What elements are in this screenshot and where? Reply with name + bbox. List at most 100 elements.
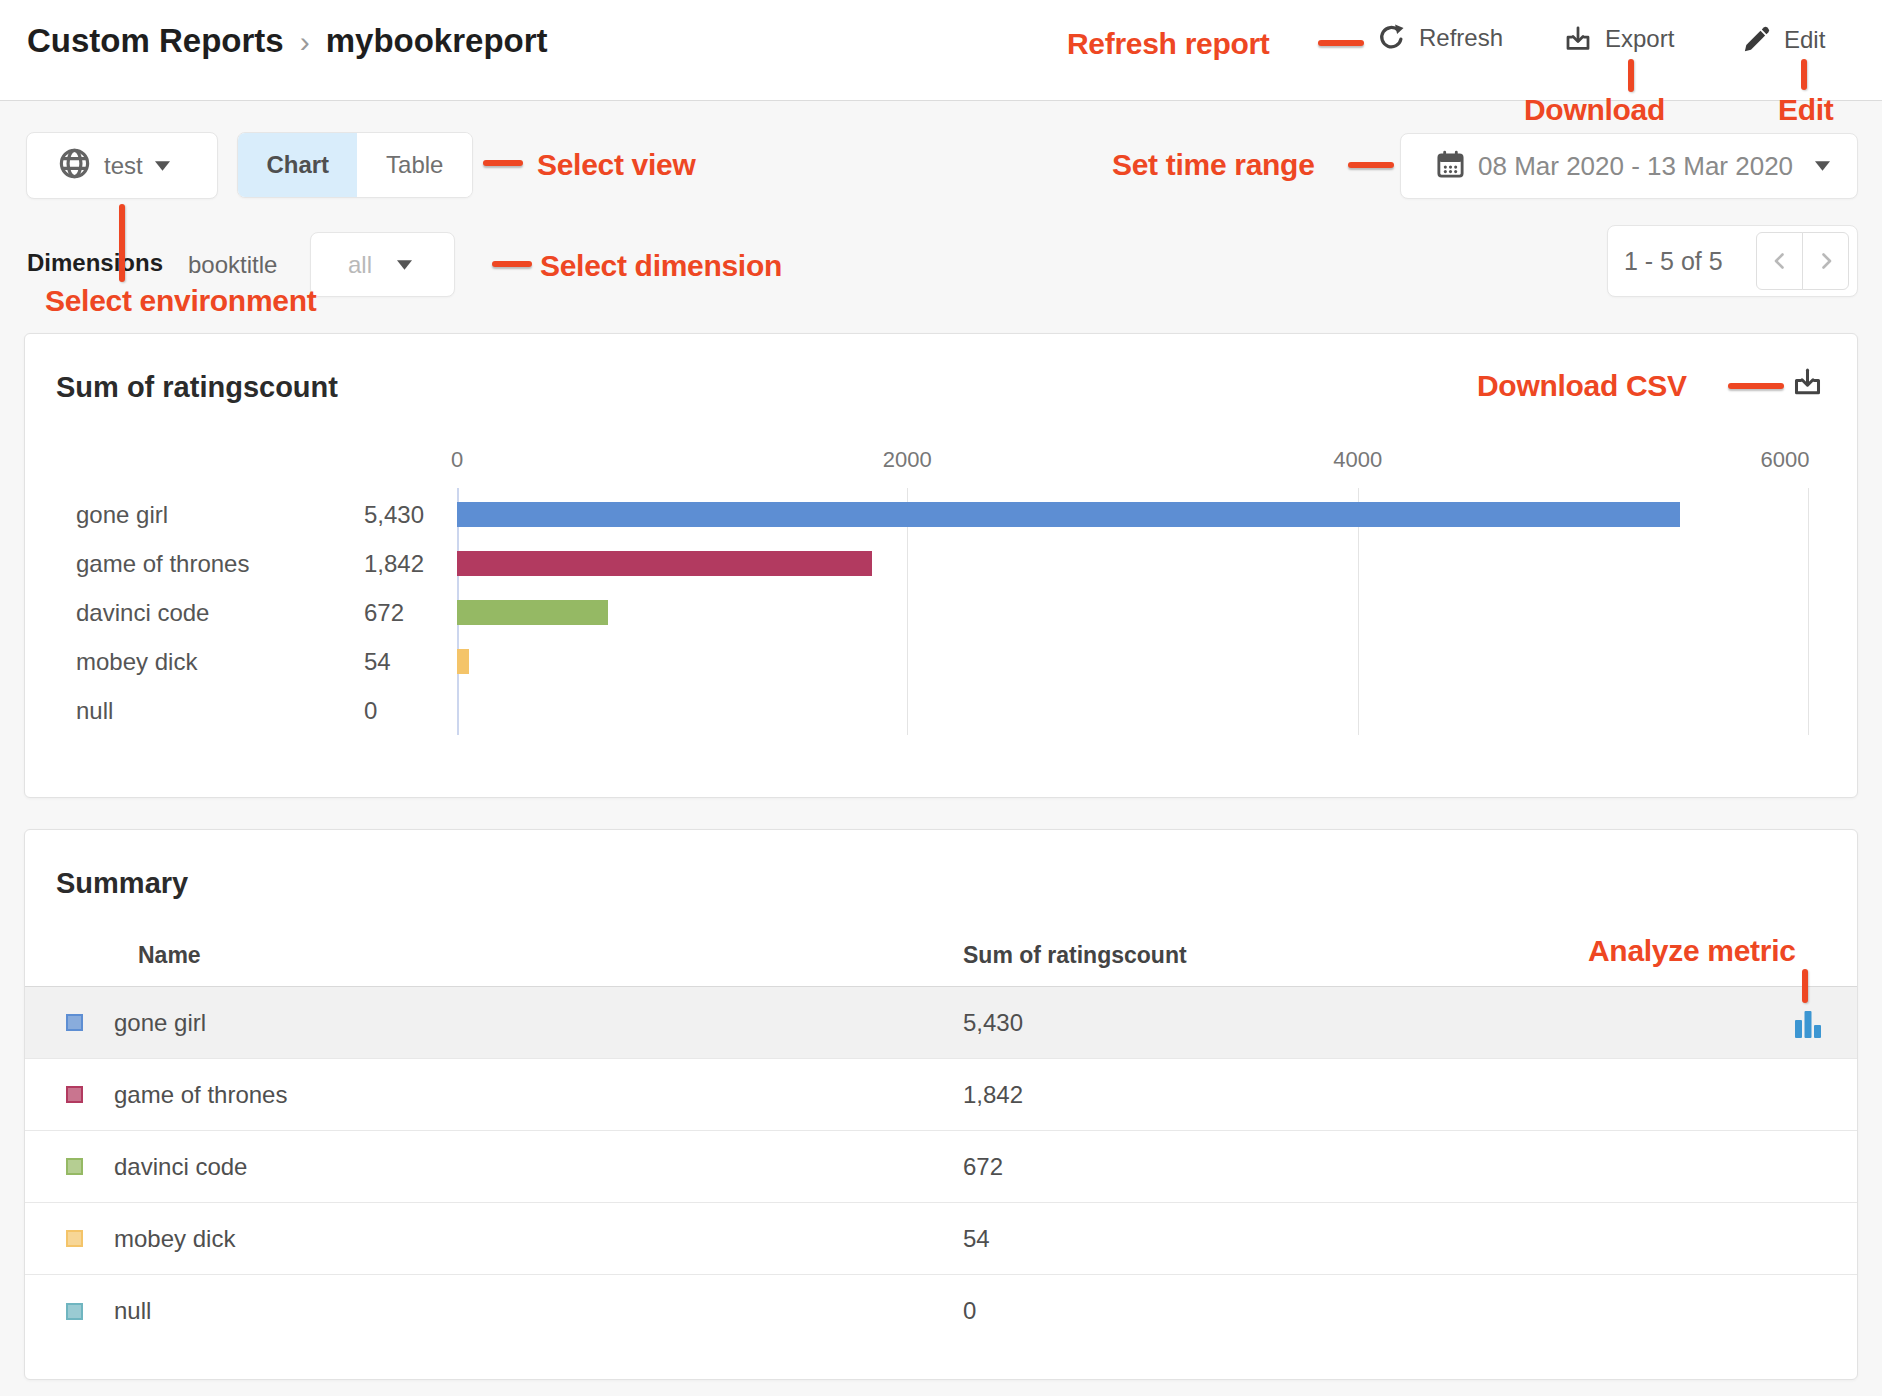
annotation-line — [492, 261, 532, 267]
axis-tick-label: 4000 — [1333, 447, 1382, 473]
tab-chart[interactable]: Chart — [238, 133, 357, 197]
refresh-label: Refresh — [1419, 24, 1503, 52]
annotation-line — [1348, 162, 1394, 168]
chart-row: game of thrones1,842 — [25, 539, 1857, 588]
prev-page-button[interactable] — [1756, 232, 1803, 290]
series-color-swatch — [66, 1230, 83, 1247]
table-row[interactable]: null0 — [25, 1275, 1857, 1347]
series-color-swatch — [66, 1158, 83, 1175]
chart-title: Sum of ratingscount — [56, 371, 338, 404]
bar — [457, 502, 1680, 527]
breadcrumb-chevron-icon: › — [300, 25, 310, 59]
summary-table-body: gone girl5,430 game of thrones1,842davin… — [25, 987, 1857, 1347]
chevron-down-icon — [397, 256, 412, 274]
chart-value-label: 672 — [364, 599, 457, 627]
breadcrumb-custom-reports[interactable]: Custom Reports — [27, 22, 284, 60]
row-name: davinci code — [114, 1153, 963, 1181]
tab-table[interactable]: Table — [357, 133, 472, 197]
download-csv-icon[interactable] — [1791, 366, 1824, 403]
chart-row: gone girl5,430 — [25, 490, 1857, 539]
chart-category-label: mobey dick — [25, 648, 364, 676]
page-header: Custom Reports › mybookreport Refresh Ex… — [0, 0, 1882, 101]
series-color-swatch — [66, 1086, 83, 1103]
export-label: Export — [1605, 25, 1674, 53]
bar-track — [457, 649, 1808, 674]
bar-track — [457, 600, 1808, 625]
next-page-button[interactable] — [1802, 232, 1849, 290]
dimension-value-select[interactable]: all — [310, 232, 455, 297]
dimension-name: booktitle — [188, 251, 277, 279]
chart-value-label: 54 — [364, 648, 457, 676]
axis-tick-label: 6000 — [1761, 447, 1810, 473]
chart-value-label: 5,430 — [364, 501, 457, 529]
time-range-value: 08 Mar 2020 - 13 Mar 2020 — [1478, 151, 1793, 182]
row-value: 5,430 — [963, 1009, 1857, 1037]
chart-axis-labels: 0 2000 4000 6000 — [25, 447, 1857, 471]
chart-category-label: davinci code — [25, 599, 364, 627]
annotation-select-dimension: Select dimension — [540, 249, 782, 283]
breadcrumb: Custom Reports › mybookreport — [27, 22, 548, 60]
row-name: mobey dick — [114, 1225, 963, 1253]
refresh-button[interactable]: Refresh — [1376, 22, 1503, 53]
row-name: game of thrones — [114, 1081, 963, 1109]
bar-track — [457, 551, 1808, 576]
environment-select[interactable]: test — [26, 132, 218, 199]
dimension-value: all — [348, 251, 372, 279]
pencil-icon — [1741, 24, 1772, 55]
dimensions-label: Dimensions — [27, 249, 163, 277]
export-button[interactable]: Export — [1563, 24, 1674, 54]
time-range-select[interactable]: 08 Mar 2020 - 13 Mar 2020 — [1400, 133, 1858, 199]
environment-value: test — [104, 152, 143, 180]
column-header-value: Sum of ratingscount — [963, 942, 1857, 969]
chart-category-label: game of thrones — [25, 550, 364, 578]
table-row[interactable]: gone girl5,430 — [25, 987, 1857, 1059]
row-name: null — [114, 1297, 963, 1325]
summary-title: Summary — [56, 867, 188, 900]
row-name: gone girl — [114, 1009, 963, 1037]
row-value: 1,842 — [963, 1081, 1857, 1109]
summary-table-header: Name Sum of ratingscount — [25, 925, 1857, 987]
chevron-down-icon — [1815, 157, 1830, 175]
table-row[interactable]: davinci code672 — [25, 1131, 1857, 1203]
chart-value-label: 1,842 — [364, 550, 457, 578]
axis-tick-label: 0 — [451, 447, 463, 473]
series-color-swatch — [66, 1014, 83, 1031]
table-row[interactable]: game of thrones1,842 — [25, 1059, 1857, 1131]
row-value: 0 — [963, 1297, 1857, 1325]
chart-row: mobey dick54 — [25, 637, 1857, 686]
table-row[interactable]: mobey dick54 — [25, 1203, 1857, 1275]
axis-tick-label: 2000 — [883, 447, 932, 473]
download-icon — [1563, 24, 1593, 54]
chart-row: null0 — [25, 686, 1857, 735]
breadcrumb-report-name: mybookreport — [326, 22, 548, 60]
pagination: 1 - 5 of 5 — [1607, 225, 1858, 297]
chart-category-label: gone girl — [25, 501, 364, 529]
annotation-line — [483, 160, 523, 166]
chart-plot: gone girl5,430game of thrones1,842davinc… — [25, 490, 1857, 735]
bar — [457, 649, 469, 674]
bar — [457, 600, 608, 625]
chart-card: Sum of ratingscount 0 2000 4000 6000 gone g… — [24, 333, 1858, 798]
annotation-select-view: Select view — [537, 148, 695, 182]
view-toggle: Chart Table — [237, 132, 473, 198]
summary-card: Summary Name Sum of ratingscount gone gi… — [24, 829, 1858, 1380]
bar-track — [457, 698, 1808, 723]
row-value: 672 — [963, 1153, 1857, 1181]
calendar-icon — [1435, 149, 1466, 184]
chart-row: davinci code672 — [25, 588, 1857, 637]
globe-icon — [57, 146, 92, 185]
refresh-icon — [1376, 22, 1407, 53]
row-value: 54 — [963, 1225, 1857, 1253]
chevron-down-icon — [155, 157, 170, 175]
analyze-metric-icon[interactable] — [1794, 1008, 1822, 1042]
column-header-name: Name — [138, 942, 963, 969]
annotation-set-time-range: Set time range — [1112, 148, 1315, 182]
chart-category-label: null — [25, 697, 364, 725]
bar — [457, 551, 872, 576]
chart-value-label: 0 — [364, 697, 457, 725]
annotation-select-environment: Select environment — [45, 284, 316, 318]
series-color-swatch — [66, 1303, 83, 1320]
edit-label: Edit — [1784, 26, 1825, 54]
edit-button[interactable]: Edit — [1741, 24, 1825, 55]
bar-track — [457, 502, 1808, 527]
